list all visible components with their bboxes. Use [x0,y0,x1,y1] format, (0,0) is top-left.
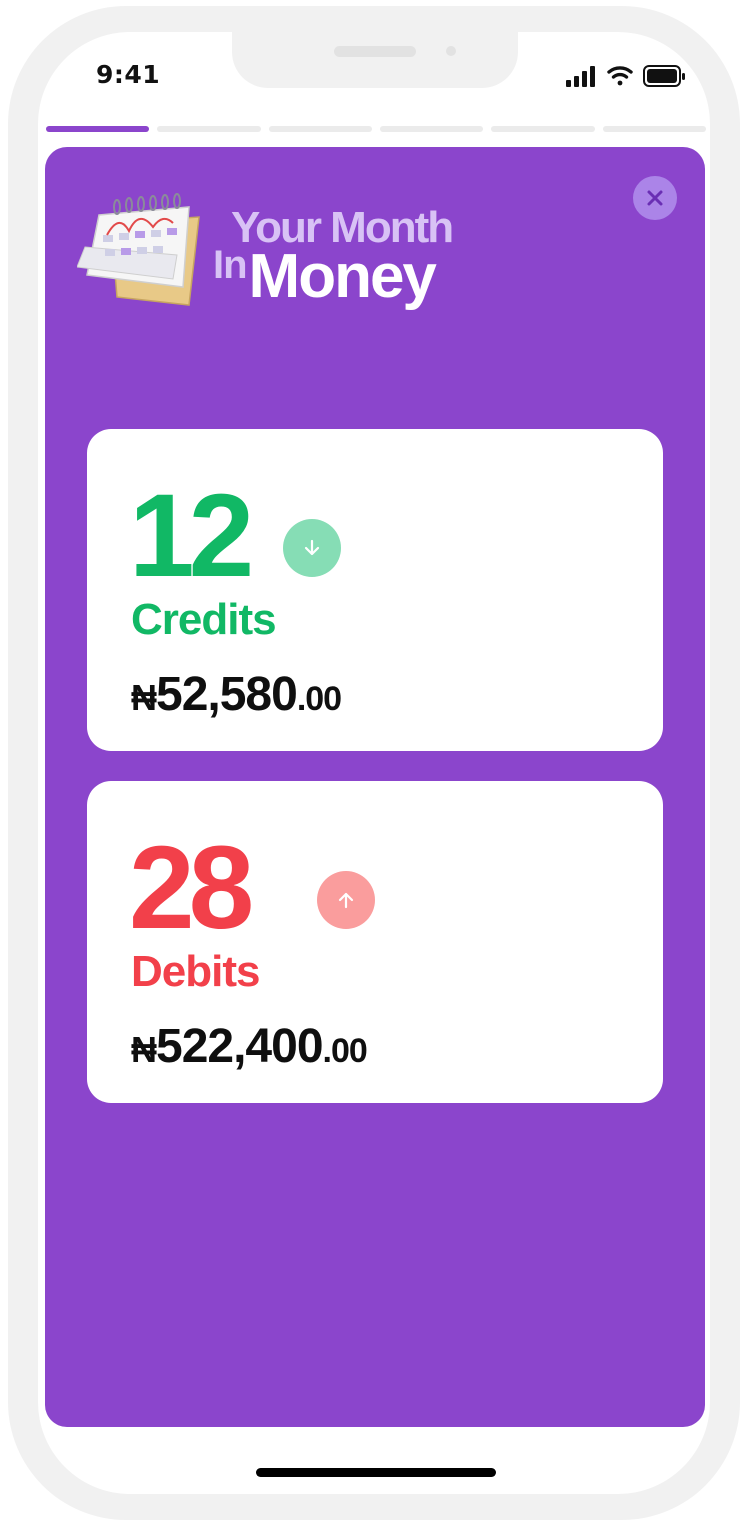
debits-currency: ₦ [131,1029,157,1070]
screen: 9:41 Your Month InMoney 12 Credits ₦52,5… [38,32,710,1494]
heading-in-money: InMoney [213,241,437,312]
close-button[interactable] [633,176,677,220]
credits-amount-whole: 52,580 [156,668,298,721]
notch [232,32,518,88]
debits-label: Debits [131,947,260,996]
debits-count: 28 [129,822,254,954]
credits-arrow-badge [283,519,341,577]
close-icon [647,190,663,206]
credits-count: 12 [129,470,254,602]
status-time: 9:41 [96,60,161,89]
story-progress-segment [379,126,484,132]
status-icons [566,65,685,87]
credits-label: Credits [131,595,277,644]
speaker [334,46,416,57]
calendar-illustration-icon [77,193,200,306]
story-progress-segment [268,126,372,132]
credits-amount: ₦52,580.00 [131,667,342,722]
story-progress-segment [491,126,595,132]
credits-amount-decimal: .00 [296,680,342,718]
camera [446,46,456,56]
story-progress [46,126,706,134]
story-progress-segment [602,126,706,132]
debits-amount: ₦522,400.00 [131,1019,368,1074]
battery-icon [643,65,685,87]
cellular-signal-icon [566,66,595,87]
credits-currency: ₦ [131,677,157,718]
story-card: Your Month InMoney 12 Credits ₦52,580.00… [45,147,705,1427]
heading-money: Money [248,242,437,311]
arrow-up-icon [338,892,354,909]
debits-amount-decimal: .00 [322,1032,368,1070]
home-indicator[interactable] [256,1468,496,1477]
arrow-down-icon [304,539,320,556]
story-progress-segment [157,126,261,132]
debits-arrow-badge [317,871,375,929]
heading-in: In [213,243,248,287]
story-progress-segment [46,126,150,132]
debits-card: 28 Debits ₦522,400.00 [87,781,663,1103]
credits-card: 12 Credits ₦52,580.00 [87,429,663,751]
debits-amount-whole: 522,400 [156,1020,324,1073]
wifi-icon [607,66,633,86]
